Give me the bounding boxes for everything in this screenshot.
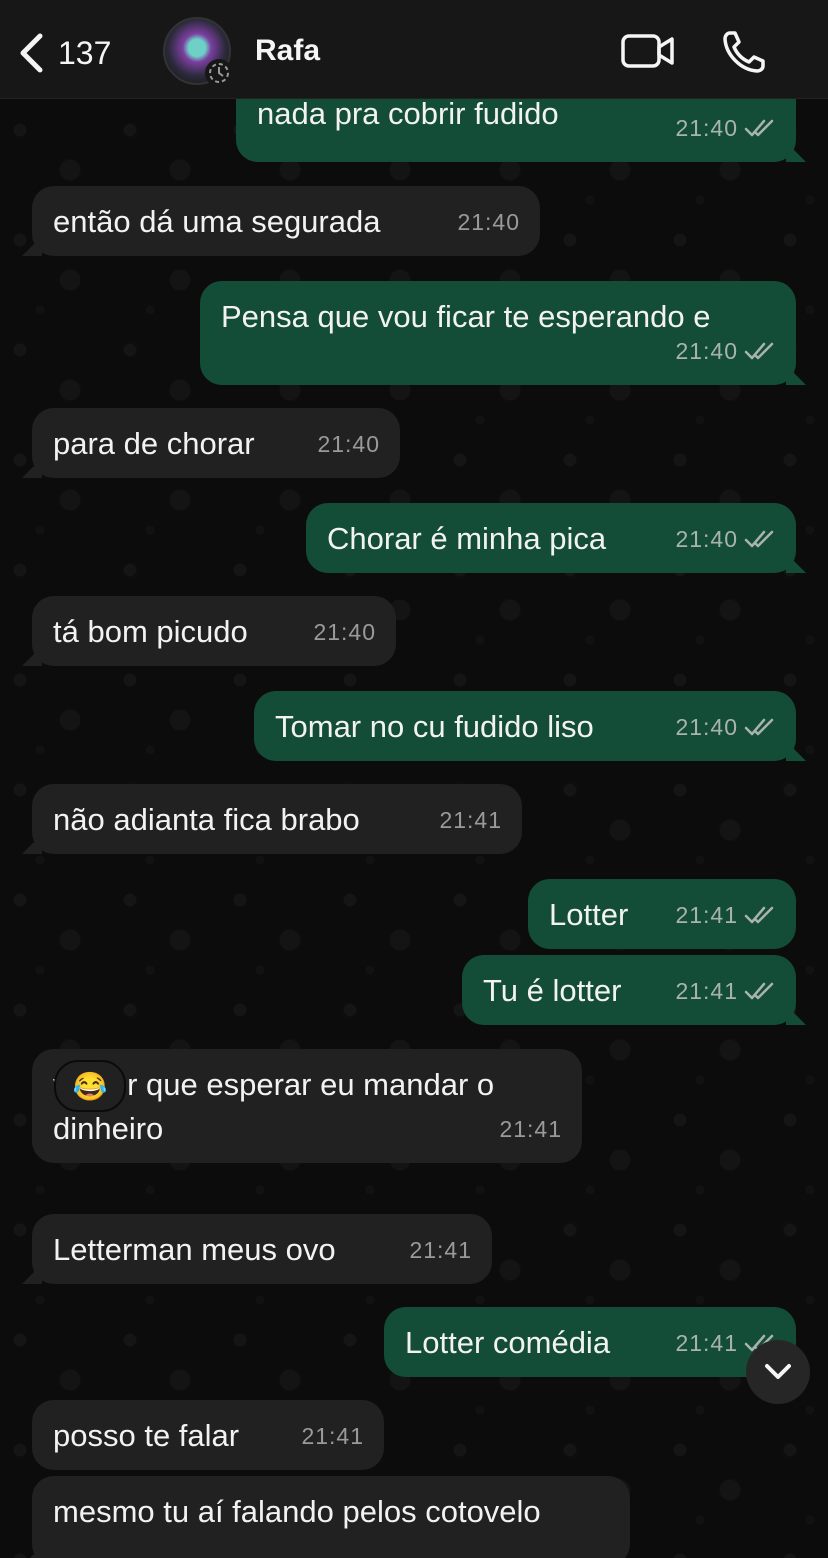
outgoing-message[interactable]: Lotter 21:41 (528, 879, 796, 949)
chevron-down-icon (765, 1364, 791, 1379)
message-text: tá bom picudo (53, 614, 248, 649)
message-text: Letterman meus ovo (53, 1232, 336, 1267)
message-text: Lotter (549, 897, 629, 932)
message-text: posso te falar (53, 1418, 240, 1453)
message-time: 21:41 (301, 1423, 364, 1449)
message-text: Tu é lotter (483, 973, 622, 1008)
message-time: 21:40 (313, 619, 376, 645)
contact-name[interactable]: Rafa (255, 34, 320, 68)
message-time: 21:41 (439, 807, 502, 833)
message-time: 21:41 (675, 978, 738, 1004)
message-text: não adianta fica brabo (53, 802, 360, 837)
outgoing-message[interactable]: Lotter comédia 21:41 (384, 1307, 796, 1377)
double-check-icon (744, 119, 774, 137)
message-time: 21:40 (675, 115, 738, 141)
message-meta: 21:41 (499, 1107, 562, 1151)
scroll-to-bottom-button[interactable] (746, 1340, 810, 1404)
message-text: Tomar no cu fudido liso (275, 709, 594, 744)
incoming-message[interactable]: tá bom picudo 21:40 (32, 596, 396, 666)
incoming-message[interactable]: então dá uma segurada 21:40 (32, 186, 540, 256)
double-check-icon (744, 906, 774, 924)
message-meta: 21:41 (409, 1228, 472, 1272)
unread-count: 137 (58, 34, 112, 71)
message-time: 21:41 (499, 1116, 562, 1142)
message-meta: 21:41 (301, 1414, 364, 1458)
message-text: Pensa que vou ficar te esperando e (221, 299, 711, 334)
double-check-icon (744, 982, 774, 1000)
double-check-icon (744, 530, 774, 548)
voice-call-button[interactable] (720, 28, 768, 81)
incoming-message[interactable]: não adianta fica brabo 21:41 (32, 784, 522, 854)
message-meta: 21:40 (675, 705, 776, 749)
phone-icon (723, 31, 765, 73)
message-time: 21:40 (675, 526, 738, 552)
message-meta: 21:40 (457, 200, 520, 244)
outgoing-message[interactable]: Chorar é minha pica 21:40 (306, 503, 796, 573)
laughing-emoji-icon: 😂 (72, 1070, 108, 1102)
message-text: nada pra cobrir fudido (257, 98, 559, 131)
message-text: Chorar é minha pica (327, 521, 607, 556)
double-check-icon (744, 342, 774, 360)
message-time: 21:41 (675, 902, 738, 928)
message-meta: 21:40 (675, 517, 776, 561)
message-meta: 21:40 (317, 422, 380, 466)
outgoing-message[interactable]: Tu é lotter 21:41 (462, 955, 796, 1025)
outgoing-message[interactable]: Pensa que vou ficar te esperando e 21:40 (200, 281, 796, 385)
incoming-message[interactable]: Letterman meus ovo 21:41 (32, 1214, 492, 1284)
double-check-icon (744, 718, 774, 736)
message-meta: 21:41 (439, 798, 502, 842)
message-time: 21:41 (675, 1330, 738, 1356)
message-time: 21:40 (675, 338, 738, 364)
message-meta: 21:41 (675, 893, 776, 937)
message-text: mesmo tu aí falando pelos cotovelo (53, 1494, 541, 1529)
message-text: para de chorar (53, 426, 255, 461)
message-meta: 21:41 (675, 969, 776, 1013)
message-time: 21:40 (675, 714, 738, 740)
video-call-button[interactable] (620, 30, 676, 77)
incoming-message[interactable]: para de chorar 21:40 (32, 408, 400, 478)
reaction-badge[interactable]: 😂 (54, 1060, 126, 1112)
message-time: 21:41 (409, 1237, 472, 1263)
status-ring-icon (205, 59, 233, 87)
message-text: Lotter comédia (405, 1325, 611, 1360)
outgoing-message[interactable]: nada pra cobrir fudido 21:40 (236, 98, 796, 162)
message-meta: 21:40 (675, 106, 776, 150)
message-list[interactable]: nada pra cobrir fudido 21:40 então dá uma … (0, 98, 828, 1558)
incoming-message[interactable]: posso te falar 21:41 (32, 1400, 384, 1470)
video-camera-icon (621, 34, 674, 68)
message-meta: 21:40 (313, 610, 376, 654)
message-time: 21:40 (457, 209, 520, 235)
chat-header: 137 Rafa (0, 0, 828, 99)
back-button[interactable]: 137 (18, 28, 111, 78)
message-time: 21:40 (317, 431, 380, 457)
chevron-left-icon (20, 33, 43, 73)
outgoing-message[interactable]: Tomar no cu fudido liso 21:40 (254, 691, 796, 761)
message-text: então dá uma segurada (53, 204, 381, 239)
message-meta: 21:40 (675, 329, 776, 373)
incoming-message[interactable]: mesmo tu aí falando pelos cotovelo (32, 1476, 630, 1558)
